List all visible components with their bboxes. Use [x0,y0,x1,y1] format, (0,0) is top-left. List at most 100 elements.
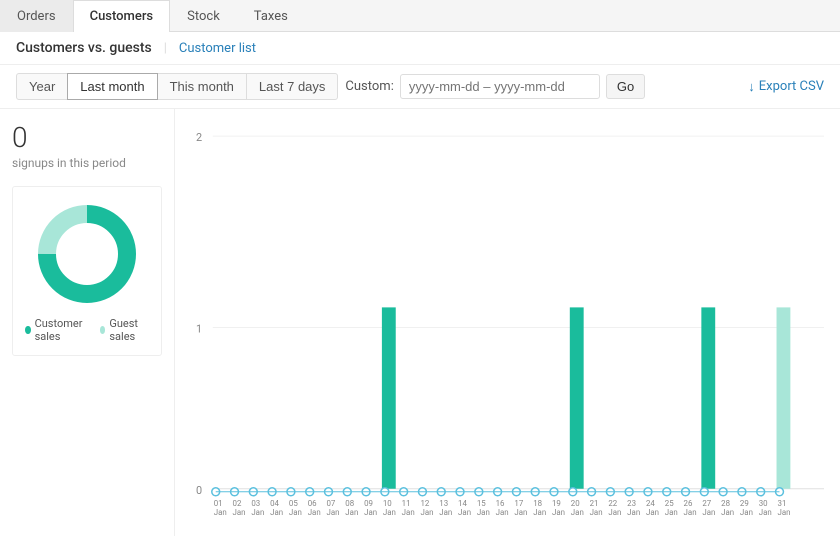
tab-taxes[interactable]: Taxes [237,0,305,32]
tab-customers[interactable]: Customers [73,0,171,32]
custom-date-input[interactable] [400,74,600,99]
x-label-23-month: Jan [627,508,640,517]
x-label-27-month: Jan [702,508,715,517]
x-label-10: 10 [383,499,392,508]
go-button[interactable]: Go [606,74,645,99]
x-label-15-month: Jan [477,508,490,517]
x-label-19-month: Jan [552,508,565,517]
x-label-14-month: Jan [458,508,471,517]
customer-list-link[interactable]: Customer list [179,41,256,56]
x-label-16: 16 [496,499,505,508]
x-label-18-month: Jan [533,508,546,517]
x-label-30: 30 [759,499,768,508]
x-label-3: 03 [251,499,260,508]
x-label-3-month: Jan [251,508,264,517]
x-label-17-month: Jan [514,508,527,517]
x-label-28: 28 [721,499,730,508]
x-label-6-month: Jan [308,508,321,517]
x-label-4-month: Jan [270,508,283,517]
left-panel: 0 signups in this period Customer sales [0,109,175,536]
x-label-25: 25 [665,499,674,508]
x-label-29-month: Jan [740,508,753,517]
x-label-9: 09 [364,499,373,508]
x-label-19: 19 [552,499,561,508]
x-label-26: 26 [684,499,693,508]
legend-customer-sales: Customer sales [25,317,88,343]
donut-chart [32,199,142,309]
x-label-17: 17 [514,499,523,508]
tab-orders[interactable]: Orders [0,0,73,32]
page-title: Customers vs. guests [16,40,152,56]
x-label-20: 20 [571,499,580,508]
legend-guest-sales: Guest sales [100,317,149,343]
x-label-18: 18 [533,499,542,508]
custom-range: Custom: Go [345,74,645,99]
x-label-5-month: Jan [289,508,302,517]
main-content: 0 signups in this period Customer sales [0,109,840,536]
x-label-10-month: Jan [383,508,396,517]
export-csv-button[interactable]: ↓ Export CSV [748,79,824,95]
x-label-20-month: Jan [571,508,584,517]
x-label-22-month: Jan [608,508,621,517]
x-label-1: 01 [214,499,223,508]
export-label: Export CSV [759,79,824,94]
guest-sales-dot [100,326,106,334]
x-label-1-month: Jan [214,508,227,517]
x-label-22: 22 [608,499,617,508]
x-label-8-month: Jan [345,508,358,517]
bar-day-31 [777,307,791,488]
x-label-15: 15 [477,499,486,508]
x-label-12-month: Jan [420,508,433,517]
period-last-7-days-button[interactable]: Last 7 days [246,73,339,100]
x-label-8: 08 [345,499,354,508]
bar-day-10 [382,307,396,488]
period-year-button[interactable]: Year [16,73,68,100]
x-label-30-month: Jan [759,508,772,517]
y-label-0: 0 [196,484,202,497]
x-label-7-month: Jan [327,508,340,517]
x-label-21-month: Jan [590,508,603,517]
x-label-4: 04 [270,499,279,508]
bar-chart: 2 1 0 01 [191,121,824,524]
x-label-16-month: Jan [496,508,509,517]
customer-sales-label: Customer sales [35,317,88,343]
signups-label: signups in this period [12,156,162,170]
page-header: Customers vs. guests | Customer list [0,32,840,65]
custom-label: Custom: [345,79,393,94]
donut-legend: Customer sales Guest sales [25,317,149,343]
y-label-1: 1 [196,322,202,335]
x-label-31-month: Jan [778,508,791,517]
x-label-31: 31 [778,499,787,508]
x-label-21: 21 [590,499,599,508]
x-label-25-month: Jan [665,508,678,517]
chart-area: 2 1 0 01 [175,109,840,536]
x-label-26-month: Jan [684,508,697,517]
donut-chart-container: Customer sales Guest sales [12,186,162,356]
x-label-28-month: Jan [721,508,734,517]
x-label-12: 12 [420,499,429,508]
x-label-13-month: Jan [439,508,452,517]
x-label-24: 24 [646,499,655,508]
guest-sales-label: Guest sales [109,317,149,343]
filter-bar: Year Last month This month Last 7 days C… [0,65,840,109]
period-last-month-button[interactable]: Last month [67,73,157,100]
customer-sales-dot [25,326,31,334]
x-label-29: 29 [740,499,749,508]
period-this-month-button[interactable]: This month [157,73,247,100]
x-label-6: 06 [308,499,317,508]
x-label-24-month: Jan [646,508,659,517]
x-label-2: 02 [233,499,242,508]
separator: | [164,41,167,56]
x-label-2-month: Jan [233,508,246,517]
x-label-9-month: Jan [364,508,377,517]
signups-count: 0 [12,121,162,154]
x-label-14: 14 [458,499,467,508]
x-label-11: 11 [402,499,411,508]
x-label-5: 05 [289,499,298,508]
x-label-27: 27 [702,499,711,508]
tab-stock[interactable]: Stock [170,0,237,32]
x-label-23: 23 [627,499,636,508]
bar-day-27 [701,307,715,488]
bar-day-20 [570,307,584,488]
download-icon: ↓ [748,79,755,95]
